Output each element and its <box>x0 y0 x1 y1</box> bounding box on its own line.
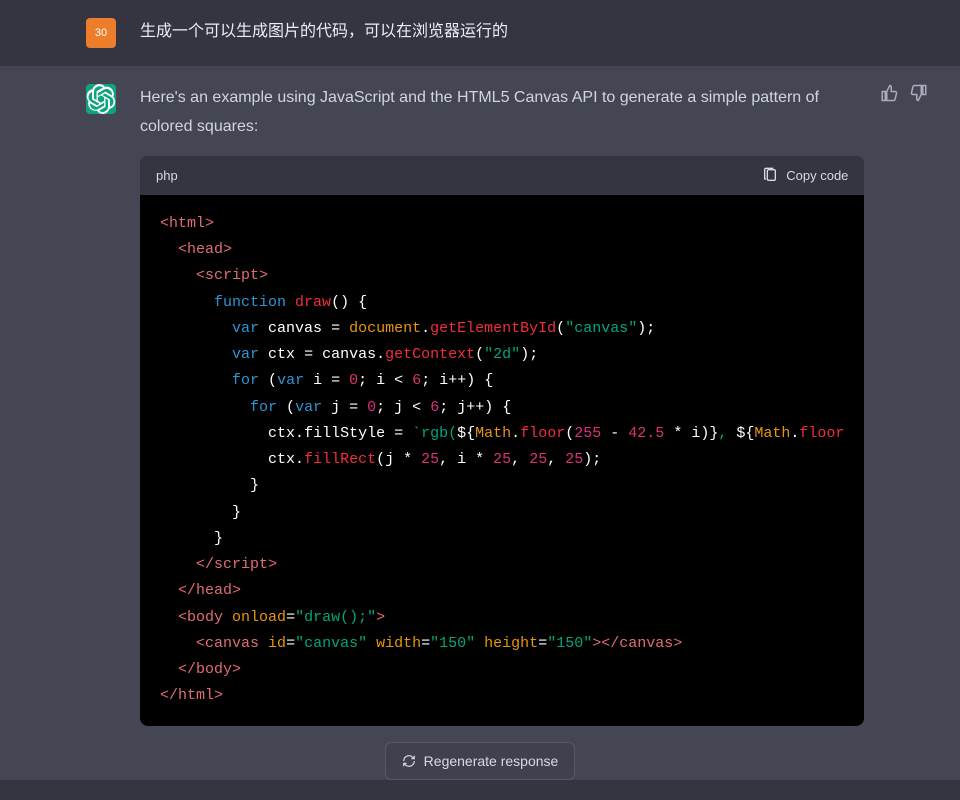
user-message: 30 生成一个可以生成图片的代码，可以在浏览器运行的 <box>0 0 960 66</box>
assistant-avatar <box>86 84 116 114</box>
thumbs-down-icon[interactable] <box>910 84 928 102</box>
copy-code-label: Copy code <box>786 164 848 187</box>
user-text: 生成一个可以生成图片的代码，可以在浏览器运行的 <box>140 18 874 48</box>
assistant-text: Here's an example using JavaScript and t… <box>140 84 864 142</box>
clipboard-icon <box>762 167 778 183</box>
code-block: php Copy code <html> <head> <script> fun… <box>140 156 864 726</box>
feedback-buttons <box>880 84 928 726</box>
bottom-gradient <box>0 780 960 800</box>
openai-logo-icon <box>86 84 116 114</box>
thumbs-up-icon[interactable] <box>880 84 898 102</box>
code-content[interactable]: <html> <head> <script> function draw() {… <box>140 195 864 726</box>
regenerate-label: Regenerate response <box>424 753 559 769</box>
copy-code-button[interactable]: Copy code <box>762 164 848 187</box>
code-header: php Copy code <box>140 156 864 195</box>
assistant-message: Here's an example using JavaScript and t… <box>0 66 960 786</box>
refresh-icon <box>402 754 416 768</box>
regenerate-button[interactable]: Regenerate response <box>385 742 576 780</box>
code-lang-label: php <box>156 164 178 187</box>
user-avatar: 30 <box>86 18 116 48</box>
